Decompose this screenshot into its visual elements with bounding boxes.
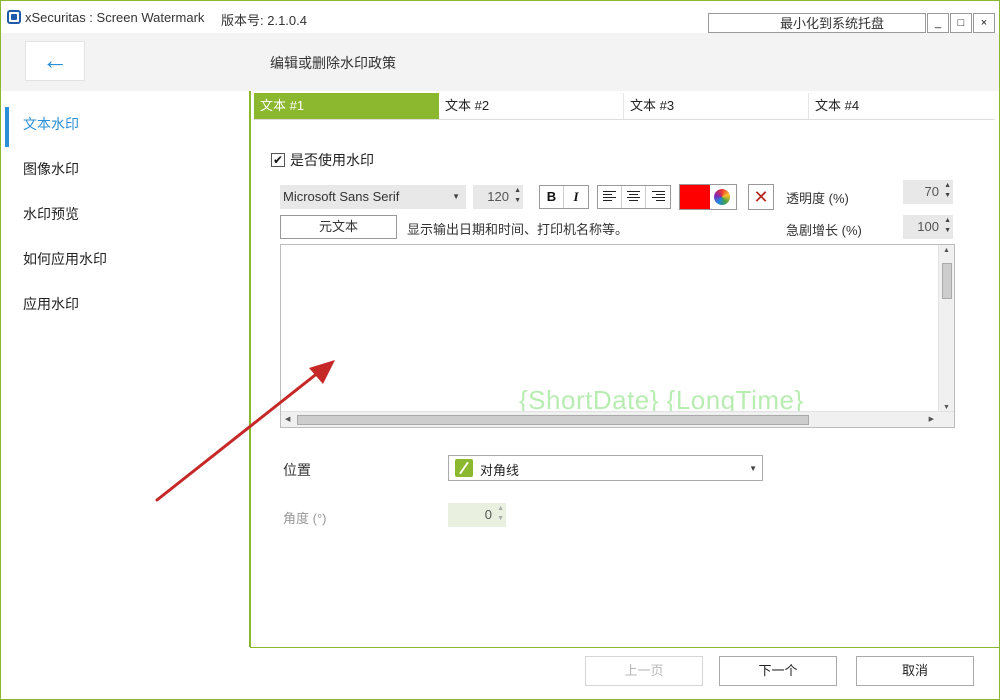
use-watermark-label: 是否使用水印: [290, 152, 374, 168]
spinner-arrows-icon[interactable]: ▲ ▼: [944, 216, 951, 236]
scroll-left-icon[interactable]: ◀: [285, 415, 290, 423]
spinner-arrows-icon[interactable]: ▲ ▼: [944, 181, 951, 201]
text-color-swatch[interactable]: [680, 185, 710, 209]
vertical-scroll-thumb[interactable]: [942, 263, 952, 299]
tab-text-1[interactable]: 文本 #1: [254, 93, 439, 119]
header-bar: ← 编辑或删除水印政策: [1, 33, 999, 91]
angle-value: 0: [484, 507, 492, 522]
horizontal-scroll-thumb[interactable]: [297, 415, 809, 425]
dropdown-arrow-icon: ▼: [749, 464, 757, 473]
opacity-value: 70: [924, 184, 939, 199]
sidebar-item-watermark-preview[interactable]: 水印预览: [1, 197, 250, 242]
font-style-group: B I: [539, 185, 589, 209]
minimize-window-button[interactable]: _: [927, 13, 949, 33]
scroll-right-icon[interactable]: ▶: [929, 415, 934, 423]
app-logo-icon: [7, 10, 21, 24]
scroll-down-icon[interactable]: ▼: [943, 404, 950, 411]
tab-text-2[interactable]: 文本 #2: [439, 93, 624, 119]
app-title: xSecuritas : Screen Watermark: [25, 10, 205, 25]
minimize-to-tray-button[interactable]: 最小化到系统托盘: [708, 13, 926, 33]
watermark-text-editor[interactable]: {ShortDate} {LongTime} ▲ ▼ ◀ ▶: [280, 244, 955, 428]
meta-text-description: 显示输出日期和时间、打印机名称等。: [407, 222, 629, 237]
spinner-arrows-icon[interactable]: ▲ ▼: [514, 186, 521, 206]
app-window: xSecuritas : Screen Watermark 版本号: 2.1.0…: [0, 0, 1000, 700]
tab-text-4[interactable]: 文本 #4: [809, 93, 994, 119]
version-label: 版本号: 2.1.0.4: [221, 13, 307, 28]
sidebar-nav: 文本水印 图像水印 水印预览 如何应用水印 应用水印: [1, 107, 250, 332]
angle-spinner[interactable]: 0 ▲ ▼: [448, 503, 506, 527]
align-right-icon: [651, 191, 665, 202]
maximize-window-button[interactable]: □: [950, 13, 972, 33]
boost-label: 急剧增长 (%): [786, 223, 862, 238]
sidebar-item-how-to-apply[interactable]: 如何应用水印: [1, 242, 250, 287]
vertical-scrollbar[interactable]: ▲ ▼: [938, 245, 954, 413]
next-button[interactable]: 下一个: [719, 656, 837, 686]
use-watermark-row: ✔ 是否使用水印: [271, 152, 374, 168]
italic-button[interactable]: I: [564, 186, 588, 208]
align-center-icon: [627, 191, 640, 202]
back-arrow-button[interactable]: ←: [25, 41, 85, 81]
angle-label: 角度 (°): [283, 511, 327, 526]
dropdown-arrow-icon: ▼: [452, 192, 460, 201]
text-color-picker[interactable]: [679, 184, 737, 210]
align-left-icon: [603, 191, 616, 202]
sidebar-item-apply-watermark[interactable]: 应用水印: [1, 287, 250, 332]
title-bar: xSecuritas : Screen Watermark 版本号: 2.1.0…: [1, 1, 999, 33]
position-label: 位置: [283, 462, 311, 478]
font-family-select[interactable]: Microsoft Sans Serif ▼: [280, 185, 466, 209]
font-size-value: 120: [487, 189, 509, 204]
opacity-spinner[interactable]: 70 ▲ ▼: [903, 180, 953, 204]
close-window-button[interactable]: ×: [973, 13, 995, 33]
align-center-button[interactable]: [622, 186, 646, 208]
font-size-spinner[interactable]: 120 ▲ ▼: [473, 185, 523, 209]
position-value: 对角线: [480, 463, 520, 478]
prev-page-button[interactable]: 上一页: [585, 656, 703, 686]
color-wheel-icon[interactable]: [714, 189, 730, 205]
text-tabs: 文本 #1 文本 #2 文本 #3 文本 #4: [254, 93, 995, 120]
meta-text-button[interactable]: 元文本: [280, 215, 397, 239]
scroll-up-icon[interactable]: ▲: [943, 247, 950, 254]
align-left-button[interactable]: [598, 186, 622, 208]
clear-format-button[interactable]: ✕: [748, 184, 774, 210]
spinner-arrows-icon[interactable]: ▲ ▼: [497, 504, 504, 524]
tab-text-3[interactable]: 文本 #3: [624, 93, 809, 119]
bold-button[interactable]: B: [540, 186, 564, 208]
sidebar-divider: [249, 91, 251, 647]
position-select[interactable]: 对角线 ▼: [448, 455, 763, 481]
footer-divider: [250, 647, 999, 648]
sidebar-item-text-watermark[interactable]: 文本水印: [1, 107, 250, 152]
cancel-button[interactable]: 取消: [856, 656, 974, 686]
alignment-group: [597, 185, 671, 209]
page-title: 编辑或删除水印政策: [270, 55, 396, 71]
opacity-label: 透明度 (%): [786, 191, 849, 206]
font-family-value: Microsoft Sans Serif: [283, 189, 400, 204]
diagonal-icon: [455, 459, 473, 477]
boost-spinner[interactable]: 100 ▲ ▼: [903, 215, 953, 239]
boost-value: 100: [917, 219, 939, 234]
align-right-button[interactable]: [646, 186, 670, 208]
sidebar-item-image-watermark[interactable]: 图像水印: [1, 152, 250, 197]
use-watermark-checkbox[interactable]: ✔: [271, 153, 285, 167]
horizontal-scrollbar[interactable]: ◀ ▶: [281, 411, 954, 427]
